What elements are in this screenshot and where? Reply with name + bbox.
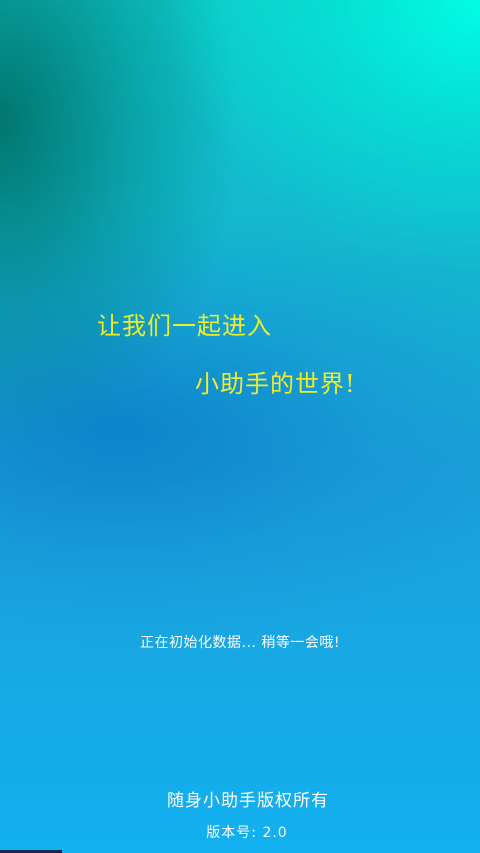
version-text: 版本号: 2.0 [206, 825, 288, 841]
slogan-line-2: 小助手的世界! [195, 370, 356, 398]
slogan-line-1: 让我们一起进入 [97, 312, 272, 340]
loading-status-text: 正在初始化数据... 稍等一会哦! [140, 635, 340, 651]
copyright-text: 随身小助手版权所有 [167, 791, 329, 811]
splash-background [0, 0, 480, 853]
